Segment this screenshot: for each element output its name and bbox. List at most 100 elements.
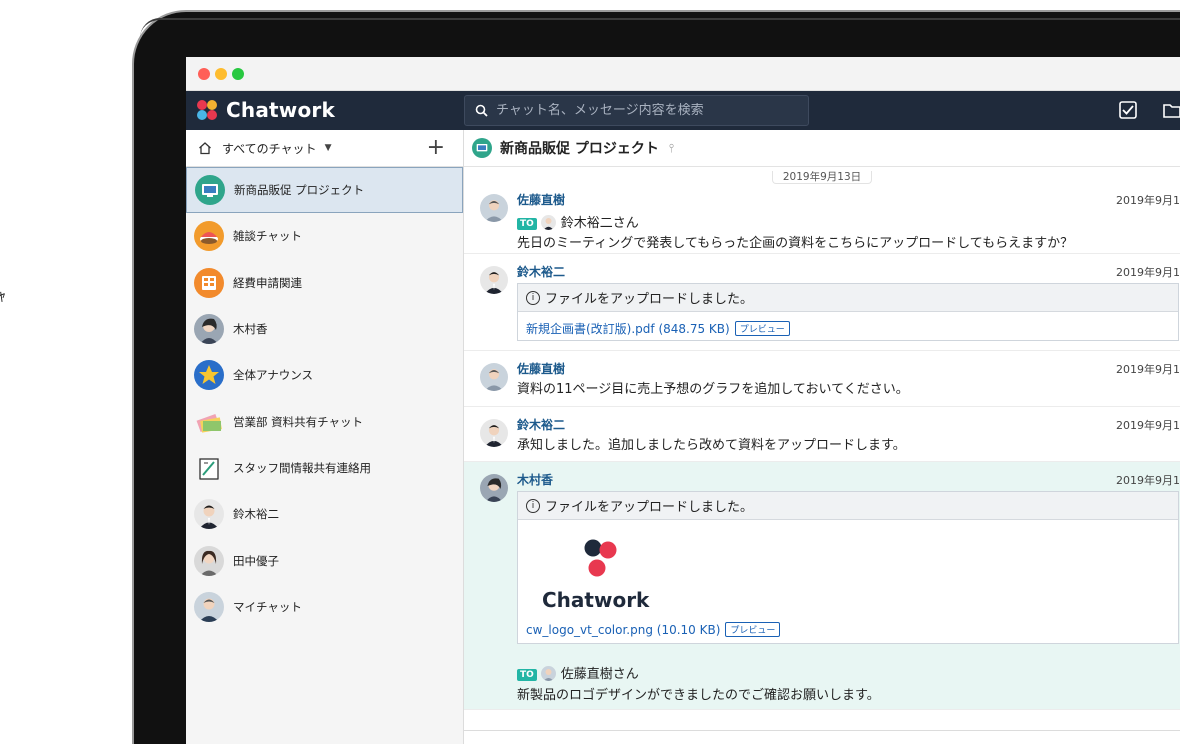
person-avatar-suzuki: [480, 419, 508, 447]
message-author[interactable]: 佐藤直樹: [517, 191, 565, 208]
room-item-mychat[interactable]: マイチャット: [186, 584, 463, 630]
room-name: 経費申請関連: [233, 275, 302, 290]
person-avatar-mychat: [194, 591, 224, 622]
message-author[interactable]: 鈴木裕二: [517, 416, 565, 433]
message-composer-toolbar[interactable]: [464, 730, 1180, 744]
room-name: 木村香: [233, 322, 268, 337]
room-name: 全体アナウンス: [233, 368, 314, 383]
person-avatar-sato: [480, 363, 508, 391]
message-time: 2019年9月1: [1116, 266, 1180, 279]
search-icon: [475, 104, 488, 117]
left-edge-fragment: ｬ: [0, 286, 7, 305]
room-name: 田中優子: [233, 553, 279, 568]
file-link[interactable]: cw_logo_vt_color.png (10.10 KB): [526, 623, 720, 637]
message-item[interactable]: 鈴木裕二 2019年9月1 i ファイルをアップロードしました。 新規企画書(改訂…: [464, 254, 1180, 351]
task-checkbox-icon[interactable]: [1118, 100, 1138, 120]
caret-down-icon: ▼: [324, 143, 332, 153]
room-name: 鈴木裕二: [233, 507, 279, 522]
message-to-line: TO 佐藤直樹さん: [517, 663, 639, 682]
room-item-suzuki[interactable]: 鈴木裕二: [186, 491, 463, 537]
file-link[interactable]: 新規企画書(改訂版).pdf (848.75 KB): [526, 322, 730, 336]
room-name: マイチャット: [233, 599, 302, 614]
preview-button[interactable]: プレビュー: [734, 321, 790, 336]
room-name: 営業部 資料共有チャット: [233, 414, 364, 429]
room-item-staff-info[interactable]: スタッフ間情報共有連絡用: [186, 445, 463, 491]
app-logo[interactable]: Chatwork: [194, 98, 335, 122]
message-time: 2019年9月1: [1116, 363, 1180, 376]
chat-main: 新商品販促 プロジェクト ⫯ 2019年9月13日 佐藤直樹 2019年9月1 …: [464, 130, 1180, 744]
chat-sidebar: すべてのチャット ▼ + 新商品販促 プロジェクト 雑談チャット 経費申請関連 …: [186, 130, 464, 744]
room-name: 新商品販促 プロジェクト: [234, 183, 365, 198]
to-recipient: 佐藤直樹さん: [560, 667, 639, 682]
message-author[interactable]: 佐藤直樹: [517, 360, 565, 377]
file-attachment: i ファイルをアップロードしました。 新規企画書(改訂版).pdf (848.75…: [517, 283, 1179, 341]
chat-filter-label: すべてのチャット: [222, 141, 317, 156]
window-minimize-button[interactable]: [215, 68, 227, 80]
person-avatar-suzuki: [480, 266, 508, 294]
room-item-new-product[interactable]: 新商品販促 プロジェクト: [186, 167, 463, 214]
folder-icon[interactable]: [1162, 100, 1180, 120]
message-author[interactable]: 鈴木裕二: [517, 263, 565, 280]
message-item[interactable]: 鈴木裕二 2019年9月1 承知しました。追加しましたら改めて資料をアップロード…: [464, 407, 1180, 462]
person-avatar-suzuki: [194, 499, 224, 530]
room-item-sales-docs[interactable]: 営業部 資料共有チャット: [186, 398, 463, 444]
room-avatar-staff-info: [194, 453, 224, 483]
message-time: 2019年9月1: [1116, 419, 1180, 432]
room-avatar-expense: [194, 267, 224, 298]
preview-button[interactable]: プレビュー: [725, 622, 781, 637]
room-header: 新商品販促 プロジェクト ⫯: [464, 130, 1180, 167]
file-row: cw_logo_vt_color.png (10.10 KB) プレビュー: [526, 619, 781, 638]
chatwork-logo-icon: [584, 539, 617, 577]
file-notice-text: ファイルをアップロードしました。: [545, 292, 754, 307]
search-box[interactable]: [464, 95, 809, 126]
file-notice-text: ファイルをアップロードしました。: [545, 500, 754, 515]
room-avatar-zatsudan: [194, 221, 224, 252]
image-thumbnail[interactable]: Chatwork: [536, 532, 662, 616]
message-item[interactable]: 佐藤直樹 2019年9月1 TO 鈴木裕二さん 先日のミーティングで発表してもらっ…: [464, 182, 1180, 254]
room-avatar-sales-docs: [194, 407, 224, 437]
message-item-highlighted[interactable]: 木村香 2019年9月1 i ファイルをアップロードしました。 Chatwork …: [464, 462, 1180, 710]
room-avatar-announce: [194, 360, 224, 391]
bezel-highlight: [140, 18, 1180, 38]
pin-icon[interactable]: ⫯: [669, 141, 674, 156]
add-chat-button[interactable]: +: [427, 135, 445, 160]
file-notice: i ファイルをアップロードしました。: [518, 492, 1178, 520]
app-header: Chatwork: [186, 91, 1180, 130]
message-item[interactable]: 佐藤直樹 2019年9月1 資料の11ページ目に売上予想のグラフを追加しておいて…: [464, 351, 1180, 407]
room-name: スタッフ間情報共有連絡用: [233, 460, 371, 475]
file-row: 新規企画書(改訂版).pdf (848.75 KB) プレビュー: [518, 312, 1178, 343]
home-icon: [199, 142, 211, 155]
window-close-button[interactable]: [198, 68, 210, 80]
room-title: 新商品販促 プロジェクト: [500, 141, 659, 157]
room-item-zatsudan[interactable]: 雑談チャット: [186, 213, 463, 259]
message-text: 資料の11ページ目に売上予想のグラフを追加しておいてください。: [517, 382, 909, 397]
room-item-expense[interactable]: 経費申請関連: [186, 260, 463, 306]
message-text: 承知しました。追加しましたら改めて資料をアップロードします。: [517, 438, 906, 453]
message-time: 2019年9月1: [1116, 474, 1180, 487]
chat-filter[interactable]: すべてのチャット ▼ +: [186, 130, 463, 167]
mini-avatar-sato: [540, 666, 556, 681]
person-avatar-kimura: [480, 474, 508, 502]
window-titlebar: [186, 57, 1180, 91]
info-icon: i: [526, 290, 540, 305]
window-maximize-button[interactable]: [232, 68, 244, 80]
room-header-avatar: [472, 138, 492, 158]
message-author[interactable]: 木村香: [517, 471, 553, 488]
mini-avatar-suzuki: [540, 215, 556, 230]
message-text: 先日のミーティングで発表してもらった企画の資料をこちらにアップロードしてもらえま…: [517, 236, 1074, 251]
room-item-tanaka[interactable]: 田中優子: [186, 537, 463, 583]
room-item-announce[interactable]: 全体アナウンス: [186, 352, 463, 398]
app-name: Chatwork: [226, 98, 335, 122]
to-recipient: 鈴木裕二さん: [560, 216, 639, 231]
room-name: 雑談チャット: [233, 229, 302, 244]
room-avatar-new-product: [195, 175, 225, 206]
to-badge: TO: [517, 218, 537, 230]
room-item-kimura[interactable]: 木村香: [186, 306, 463, 352]
stage: ｬ Chatwork チャット名、メッセージ内容を検索 すべてのチャット ▼ +…: [0, 0, 1180, 744]
info-icon: i: [526, 498, 540, 513]
person-avatar-sato: [480, 194, 508, 222]
search-input[interactable]: [496, 103, 796, 118]
person-avatar-kimura: [194, 314, 224, 345]
image-attachment: i ファイルをアップロードしました。 Chatwork cw_logo_vt_co…: [517, 491, 1179, 644]
app-window: Chatwork すべてのチャット: [186, 57, 1180, 744]
